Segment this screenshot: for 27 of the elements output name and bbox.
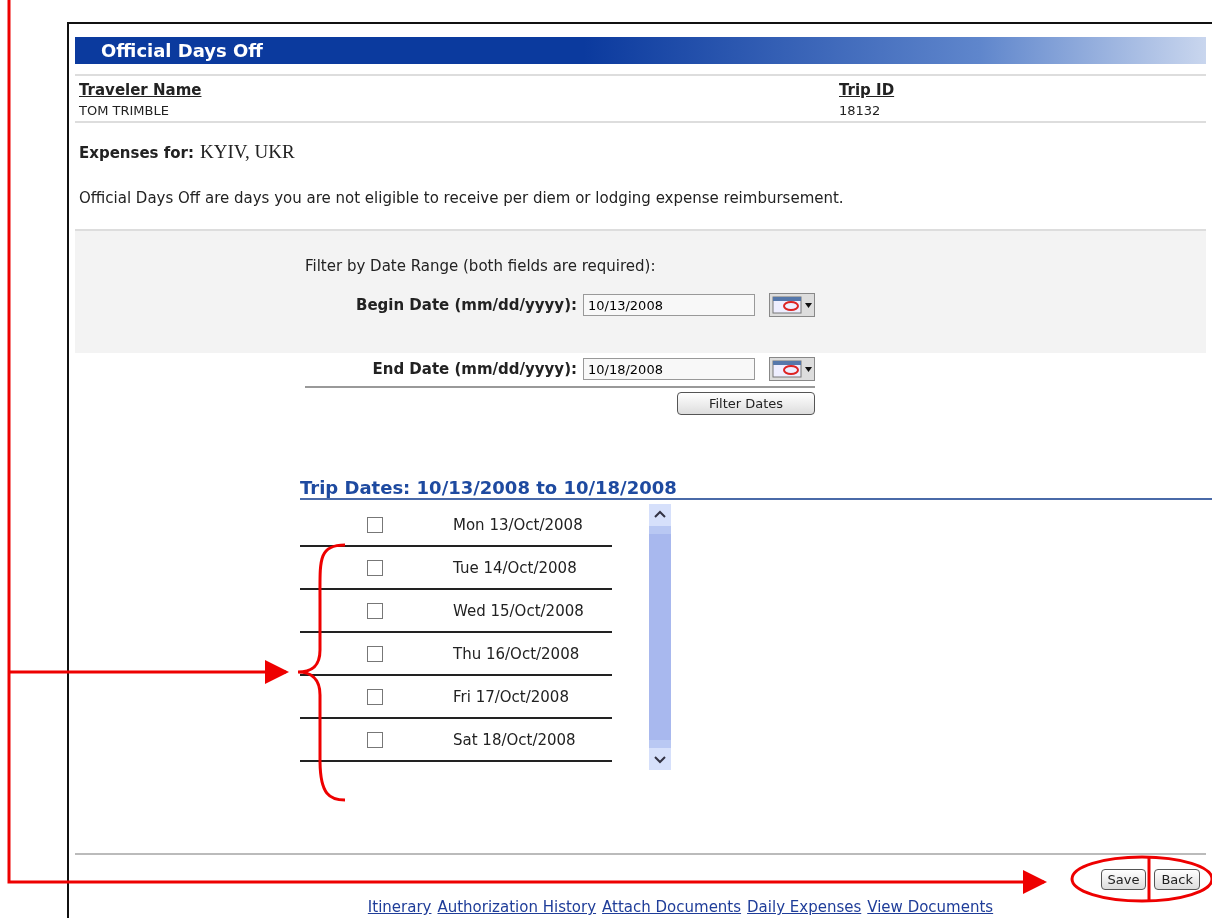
footer-link[interactable]: Authorization History (437, 898, 597, 916)
footer-link[interactable]: Attach Documents (602, 898, 742, 916)
traveler-value: TOM TRIMBLE (79, 103, 169, 118)
trip-date: Tue 14/Oct/2008 (453, 558, 577, 577)
trip-label: Trip ID (839, 81, 895, 99)
date-label: End Date (mm/dd/yyyy): (371, 360, 578, 378)
save-button[interactable]: Save (1100, 869, 1147, 890)
trip-date: Thu 16/Oct/2008 (453, 644, 580, 663)
trip-date: Sat 18/Oct/2008 (453, 730, 576, 749)
back-button[interactable]: Back (1154, 869, 1200, 890)
trip-value: 18132 (839, 103, 881, 118)
traveler-label: Traveler Name (79, 81, 202, 99)
filter-dates-button[interactable]: Filter Dates (677, 392, 815, 415)
trip-date: Wed 15/Oct/2008 (453, 601, 584, 620)
footer-link[interactable]: View Documents (867, 898, 994, 916)
date-label: Begin Date (mm/dd/yyyy): (354, 296, 578, 314)
footer-link[interactable]: Daily Expenses (747, 898, 862, 916)
panel-title: Official Days Off (75, 37, 1206, 64)
expenses-label: Expenses for: (79, 144, 194, 162)
expenses-location: KYIV, UKR (200, 141, 295, 163)
filter-heading: Filter by Date Range (both fields are required): (305, 257, 656, 275)
trip-date: Mon 13/Oct/2008 (453, 515, 583, 534)
trip-date: Fri 17/Oct/2008 (453, 687, 569, 706)
footer-link[interactable]: Itinerary (367, 898, 432, 916)
date-field[interactable]: 10/18/2008 (583, 358, 755, 380)
date-field[interactable]: 10/13/2008 (583, 294, 755, 316)
trip-dates-heading: Trip Dates: 10/13/2008 to 10/18/2008 (300, 477, 1212, 500)
